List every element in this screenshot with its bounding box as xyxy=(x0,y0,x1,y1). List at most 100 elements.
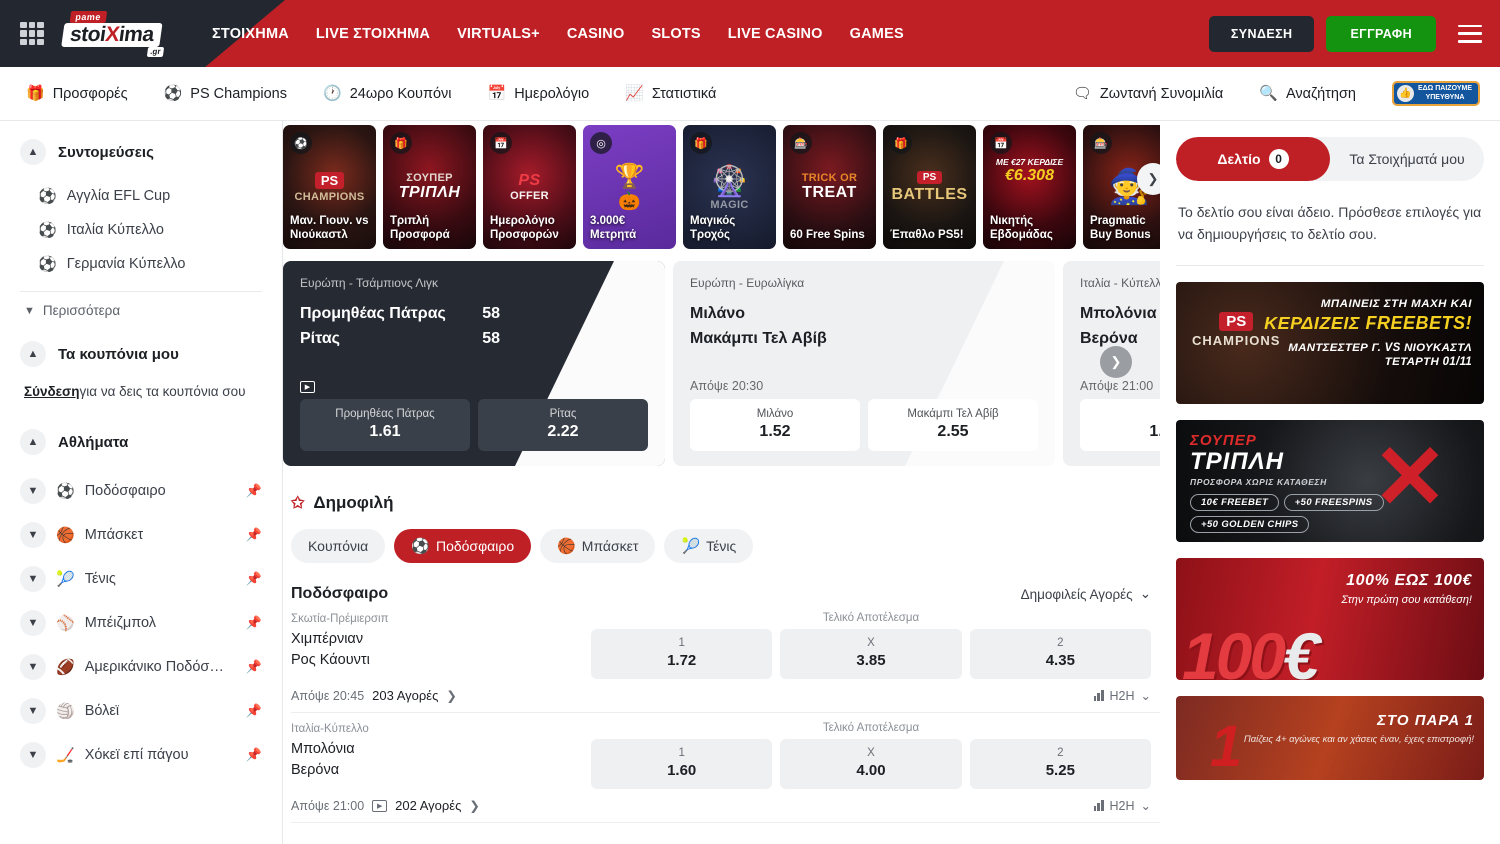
pin-icon[interactable]: 📌 xyxy=(246,615,262,631)
sport-label-basketball: Μπάσκετ xyxy=(85,527,144,543)
sidebar-item-american-football[interactable]: ▼ 🏈 Αμερικάνικο Ποδόσ… 📌 xyxy=(20,645,262,689)
featured-match-card[interactable]: Ευρώπη - Ευρωλίγκα Μιλάνο Μακάμπι Τελ Αβ… xyxy=(673,261,1055,466)
tv-stream-icon[interactable]: ▶ xyxy=(300,381,315,393)
nav-item-live-stoixima[interactable]: LIVE ΣΤΟΙΧΗΜΑ xyxy=(316,26,430,42)
odd-button[interactable]: 1 1.60 xyxy=(1080,399,1160,451)
sidebar-item-germany-cup[interactable]: ⚽ Γερμανία Κύπελλο xyxy=(20,247,262,281)
pin-icon[interactable]: 📌 xyxy=(246,747,262,763)
odd-button-1[interactable]: 1 1.60 xyxy=(591,739,772,789)
nav-item-games[interactable]: GAMES xyxy=(850,26,904,42)
chevron-down-icon: ▼ xyxy=(24,305,35,317)
match-info[interactable] xyxy=(291,832,591,844)
odd-button-2[interactable]: 2 5.25 xyxy=(970,739,1151,789)
subnav-item-offers[interactable]: 🎁 Προσφορές xyxy=(26,86,128,102)
h2h-button[interactable]: H2H ⌄ xyxy=(1094,688,1151,703)
tab-basketball[interactable]: 🏀 Μπάσκετ xyxy=(540,529,655,563)
chevron-down-icon[interactable]: ▼ xyxy=(20,566,46,592)
featured-teams: Μιλάνο Μακάμπι Τελ Αβίβ xyxy=(690,301,1038,351)
featured-carousel-next-button[interactable]: ❯ xyxy=(1100,346,1132,378)
match-markets-count[interactable]: 203 Αγορές xyxy=(372,688,438,703)
subnav-item-24h-coupon[interactable]: 🕐 24ωρο Κουπόνι xyxy=(323,86,452,102)
sidebar-item-baseball[interactable]: ▼ ⚾ Μπέιζμπολ 📌 xyxy=(20,601,262,645)
my-coupons-title: Τα κουπόνια μου xyxy=(58,346,179,363)
odd-button[interactable]: Προμηθέας Πάτρας 1.61 xyxy=(300,399,470,451)
subnav-item-ps-champions[interactable]: ⚽ PS Champions xyxy=(164,86,287,102)
chevron-up-icon: ▲ xyxy=(20,429,46,455)
promo-tile[interactable]: 🎁 🎡 MAGIC Μαγικός Τροχός xyxy=(683,125,776,249)
sidebar-item-basketball[interactable]: ▼ 🏀 Μπάσκετ 📌 xyxy=(20,513,262,557)
odd-button-1[interactable]: 1 1.72 xyxy=(591,629,772,679)
promo-tile[interactable]: ⚽ PS CHAMPIONS Μαν. Γιουν. vs Νιούκαστλ xyxy=(283,125,376,249)
ps-champions-banner[interactable]: PS CHAMPIONS ΜΠΑΙΝΕΙΣ ΣΤΗ ΜΑΧΗ ΚΑΙ ΚΕΡΔΙ… xyxy=(1176,282,1484,404)
pin-icon[interactable]: 📌 xyxy=(246,703,262,719)
subnav-item-statistics[interactable]: 📈 Στατιστικά xyxy=(625,86,716,102)
promo-tile[interactable]: 📅 PS OFFER Ημερολόγιο Προσφορών xyxy=(483,125,576,249)
responsible-gaming-badge[interactable]: 👍 ΕΔΩ ΠΑΙΖΟΥΜΕΥΠΕΥΘΥΝΑ xyxy=(1392,81,1480,106)
chevron-right-icon[interactable]: ❯ xyxy=(469,798,479,813)
coupons-login-link[interactable]: Σύνδεση xyxy=(24,384,80,399)
super-tripli-banner[interactable]: ΣΟΥΠΕΡ ΤΡΙΠΛΗ ΠΡΟΣΦΟΡΑ ΧΩΡΙΣ ΚΑΤΑΘΕΣΗ 10… xyxy=(1176,420,1484,542)
hamburger-menu-icon[interactable] xyxy=(1458,25,1482,43)
site-logo[interactable]: pame stoiXima .gr xyxy=(57,11,167,57)
promo-tile[interactable]: 🎁 PS BATTLES Έπαθλο PS5! xyxy=(883,125,976,249)
apps-grid-icon[interactable] xyxy=(20,22,44,46)
sidebar-item-tennis[interactable]: ▼ 🎾 Τένις 📌 xyxy=(20,557,262,601)
tab-coupons[interactable]: Κουπόνια xyxy=(291,529,385,563)
sidebar-more-button[interactable]: ▼ Περισσότερα xyxy=(20,292,262,329)
sidebar-item-efl-cup[interactable]: ⚽ Αγγλία EFL Cup xyxy=(20,179,262,213)
pin-icon[interactable]: 📌 xyxy=(246,571,262,587)
pin-icon[interactable]: 📌 xyxy=(246,483,262,499)
promo-tile[interactable]: 📅 ΜΕ €27 ΚΕΡΔΙΣΕ €6.308 Νικητής Εβδομάδα… xyxy=(983,125,1076,249)
sidebar-item-volleyball[interactable]: ▼ 🏐 Βόλεϊ 📌 xyxy=(20,689,262,733)
h2h-button[interactable]: H2H ⌄ xyxy=(1094,798,1151,813)
tab-football[interactable]: ⚽ Ποδόσφαιρο xyxy=(394,529,531,563)
odd-button[interactable]: Μακάμπι Τελ Αβίβ 2.55 xyxy=(868,399,1038,451)
markets-selector[interactable]: Δημοφιλείς Αγορές ⌄ xyxy=(1021,586,1151,602)
odd-button-2[interactable]: 2 4.35 xyxy=(970,629,1151,679)
featured-match-card[interactable]: Ευρώπη - Τσάμπιονς Λιγκ Προμηθέας Πάτρας… xyxy=(283,261,665,466)
odd-button[interactable]: Ρίτας 2.22 xyxy=(478,399,648,451)
subnav-item-calendar[interactable]: 📅 Ημερολόγιο xyxy=(488,86,590,102)
chevron-right-icon[interactable]: ❯ xyxy=(446,688,456,703)
nav-item-virtuals[interactable]: VIRTUALS+ xyxy=(457,26,540,42)
nav-item-slots[interactable]: SLOTS xyxy=(651,26,700,42)
sto-para-1-banner[interactable]: 1 ΣΤΟ ΠΑΡΑ 1 Παίζεις 4+ αγώνες και αν χά… xyxy=(1176,696,1484,780)
match-info[interactable]: Σκωτία-Πρέμιερσιπ Χιμπέρνιαν Ρος Κάουντι xyxy=(291,612,591,671)
register-button[interactable]: ΕΓΓΡΑΦΗ xyxy=(1326,16,1436,52)
my-coupons-section-header[interactable]: ▲ Τα κουπόνια μου xyxy=(20,341,262,367)
promo-tile[interactable]: 🎁 ΣΟΥΠΕΡ ΤΡΙΠΛΗ Τριπλή Προσφορά xyxy=(383,125,476,249)
chevron-down-icon[interactable]: ▼ xyxy=(20,654,46,680)
pin-icon[interactable]: 📌 xyxy=(246,527,262,543)
match-markets-count[interactable]: 202 Αγορές xyxy=(395,798,461,813)
sidebar-item-ice-hockey[interactable]: ▼ 🏒 Χόκεϊ επί πάγου 📌 xyxy=(20,733,262,777)
shortcuts-section-header[interactable]: ▲ Συντομεύσεις xyxy=(20,139,262,165)
nav-item-casino[interactable]: CASINO xyxy=(567,26,625,42)
nav-item-live-casino[interactable]: LIVE CASINO xyxy=(728,26,823,42)
tv-stream-icon[interactable]: ▶ xyxy=(372,800,387,812)
pin-icon[interactable]: 📌 xyxy=(246,659,262,675)
search-button[interactable]: 🔍 Αναζήτηση xyxy=(1259,86,1356,102)
sidebar-item-italy-cup[interactable]: ⚽ Ιταλία Κύπελλο xyxy=(20,213,262,247)
welcome-bonus-banner[interactable]: 100% ΕΩΣ 100€ Στην πρώτη σου κατάθεση! 1… xyxy=(1176,558,1484,680)
odd-button-x[interactable]: X 4.00 xyxy=(780,739,961,789)
chevron-down-icon[interactable]: ▼ xyxy=(20,698,46,724)
chevron-down-icon[interactable]: ▼ xyxy=(20,610,46,636)
baseball-icon: ⚾ xyxy=(56,616,75,631)
tab-betslip[interactable]: Δελτίο 0 xyxy=(1176,137,1330,181)
chevron-down-icon[interactable]: ▼ xyxy=(20,478,46,504)
tab-my-bets[interactable]: Τα Στοιχήματά μου xyxy=(1330,137,1484,181)
subnav-label-calendar: Ημερολόγιο xyxy=(514,86,589,102)
tab-tennis[interactable]: 🎾 Τένις xyxy=(664,529,753,563)
chevron-down-icon[interactable]: ▼ xyxy=(20,742,46,768)
chevron-down-icon[interactable]: ▼ xyxy=(20,522,46,548)
sports-section-header[interactable]: ▲ Αθλήματα xyxy=(20,429,262,455)
nav-item-stoixima[interactable]: ΣΤΟΙΧΗΜΑ xyxy=(212,26,289,42)
odd-button[interactable]: Μιλάνο 1.52 xyxy=(690,399,860,451)
promo-tile[interactable]: ◎ 🏆 🎃 3.000€ Μετρητά xyxy=(583,125,676,249)
sidebar-item-football[interactable]: ▼ ⚽ Ποδόσφαιρο 📌 xyxy=(20,469,262,513)
live-chat-button[interactable]: 🗨 Ζωντανή Συνομιλία xyxy=(1073,86,1223,102)
odd-button-x[interactable]: X 3.85 xyxy=(780,629,961,679)
login-button[interactable]: ΣΥΝΔΕΣΗ xyxy=(1209,16,1315,52)
match-info[interactable]: Ιταλία-Κύπελλο Μπολόνια Βερόνα xyxy=(291,722,591,781)
promo-tile[interactable]: 🎰 TRICK OR TREAT 60 Free Spins xyxy=(783,125,876,249)
